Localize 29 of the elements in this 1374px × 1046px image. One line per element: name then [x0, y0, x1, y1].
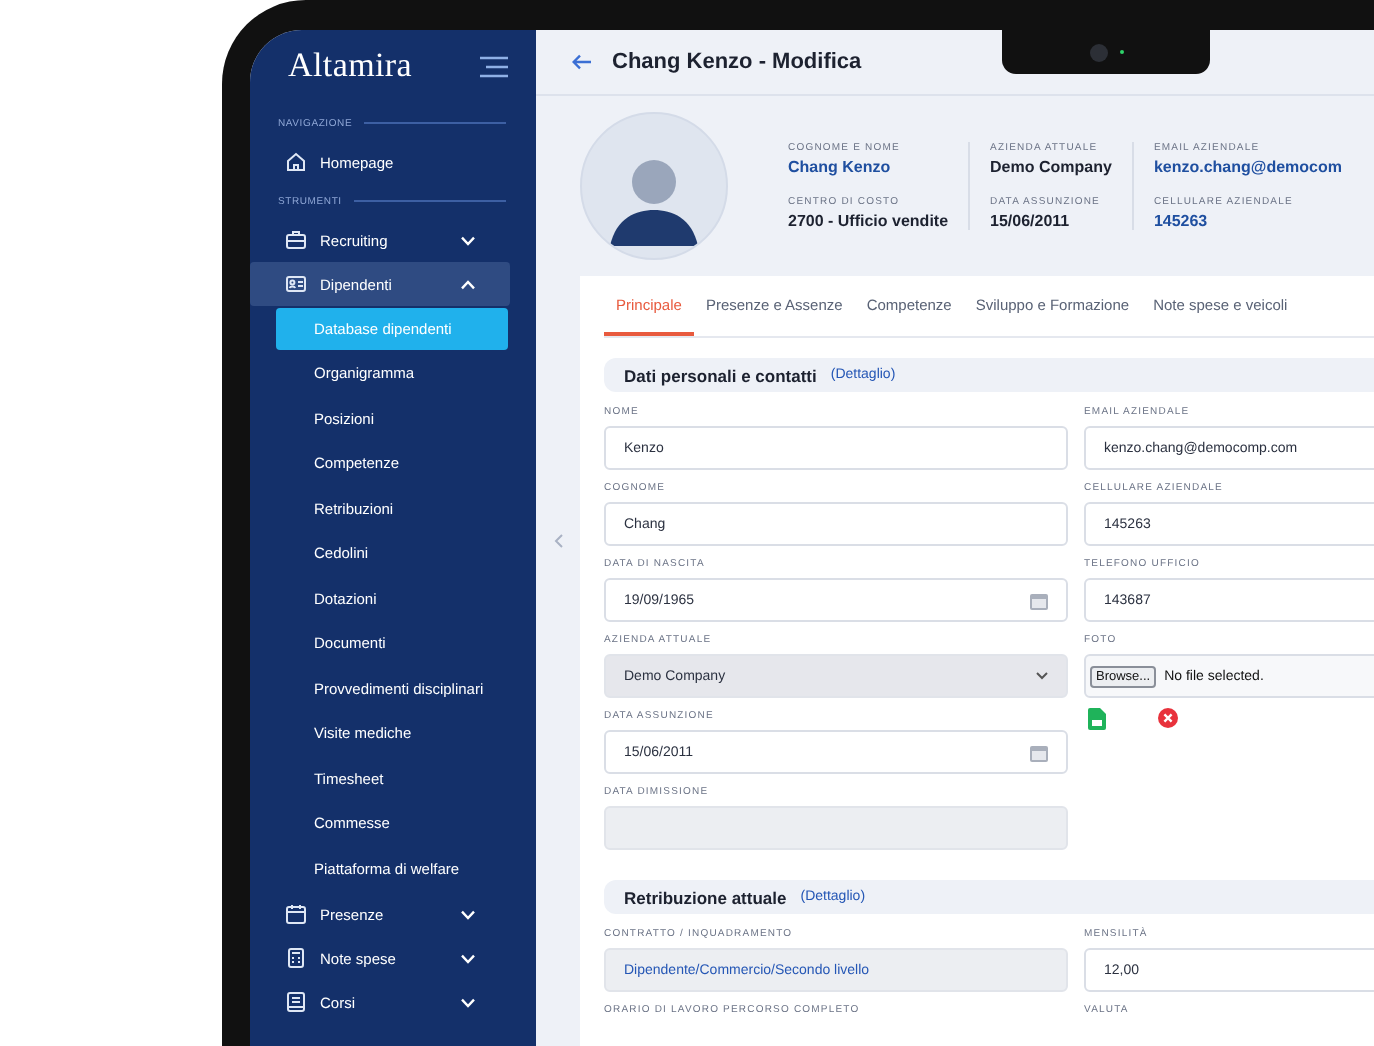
chevron-down-icon	[460, 909, 476, 919]
briefcase-icon	[286, 230, 306, 250]
section-title: Dati personali e contatti	[624, 365, 817, 385]
home-icon	[286, 152, 306, 172]
calendar-icon	[286, 904, 306, 924]
info-value[interactable]: Chang Kenzo	[788, 158, 949, 176]
back-arrow-icon[interactable]	[572, 54, 592, 70]
chevron-down-icon	[460, 997, 476, 1007]
delete-icon[interactable]	[1158, 708, 1178, 728]
info-value: 2700 - Ufficio vendite	[788, 212, 949, 230]
section-title: Retribuzione attuale	[624, 887, 787, 907]
menu-icon[interactable]	[480, 55, 508, 77]
logo: Altamira	[288, 46, 413, 86]
chevron-up-icon	[460, 279, 476, 289]
info-value[interactable]: kenzo.chang@democom	[1153, 158, 1342, 176]
input-field[interactable]	[604, 806, 1068, 850]
info-value: 15/06/2011	[990, 212, 1072, 230]
calendar-icon	[1030, 743, 1048, 761]
calendar-icon	[1030, 591, 1048, 609]
chevron-down-icon	[460, 235, 476, 245]
chevron-down-icon	[1036, 672, 1048, 680]
book-icon	[286, 992, 306, 1012]
info-value[interactable]: 145263	[1153, 212, 1342, 230]
info-value: Demo Company	[990, 158, 1112, 176]
id-card-icon	[286, 274, 306, 294]
device-icon	[286, 948, 306, 968]
chevron-down-icon	[460, 953, 476, 963]
page-title: Chang Kenzo - Modifica	[612, 50, 862, 74]
file-icon[interactable]	[1088, 708, 1106, 730]
